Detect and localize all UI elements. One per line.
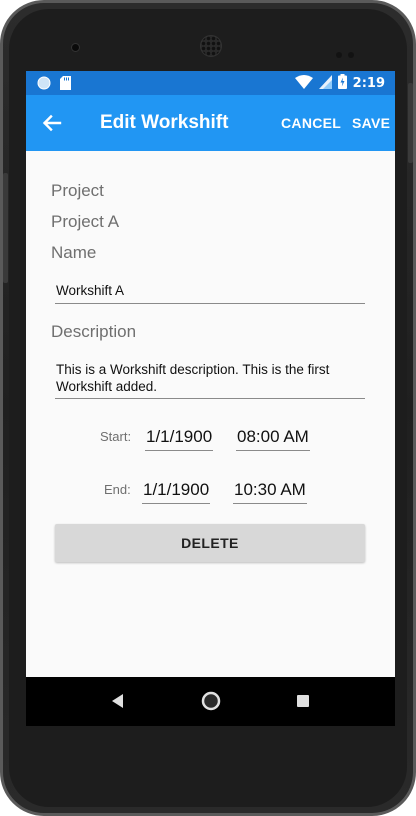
volume-button — [3, 173, 8, 283]
end-date-picker[interactable]: 1/1/1900 — [142, 478, 211, 504]
description-editor[interactable]: This is a Workshift description. This is… — [55, 361, 365, 399]
sensors — [336, 43, 360, 62]
app-bar: Edit Workshift CANCEL SAVE — [26, 95, 395, 151]
status-time: 2:19 — [352, 75, 385, 91]
save-button[interactable]: SAVE — [352, 112, 390, 134]
start-label: Start: — [100, 429, 132, 444]
battery-charging-icon — [337, 74, 347, 93]
end-time-picker[interactable]: 10:30 AM — [233, 478, 307, 504]
status-system: 2:19 — [294, 74, 385, 93]
recents-square-icon[interactable] — [295, 689, 311, 717]
earpiece-speaker — [200, 35, 222, 57]
status-bar: 2:19 — [26, 71, 395, 95]
cancel-button[interactable]: CANCEL — [281, 112, 341, 134]
back-arrow-icon[interactable] — [38, 109, 66, 137]
project-value: Project A — [51, 212, 120, 231]
wifi-icon — [294, 74, 313, 93]
power-button — [408, 83, 413, 163]
navigation-bar — [26, 677, 395, 726]
signal-icon — [318, 74, 332, 93]
delete-button[interactable]: DELETE — [55, 524, 365, 562]
name-label: Name — [51, 243, 97, 262]
page-title: Edit Workshift — [100, 112, 229, 133]
sd-card-icon — [60, 75, 71, 94]
home-circle-icon[interactable] — [199, 689, 223, 717]
description-label: Description — [51, 322, 137, 341]
circle-notification-icon — [37, 75, 51, 94]
status-notifications — [37, 75, 71, 94]
front-camera — [71, 43, 80, 52]
screen: 2:19 Edit Workshift CANCEL SAVE Project … — [26, 71, 395, 726]
name-field[interactable]: Workshift A — [55, 282, 365, 304]
back-triangle-icon[interactable] — [109, 689, 125, 717]
end-label: End: — [104, 482, 131, 497]
start-time-picker[interactable]: 08:00 AM — [236, 425, 310, 451]
project-label: Project — [51, 181, 104, 200]
start-date-picker[interactable]: 1/1/1900 — [145, 425, 214, 451]
phone-frame: 2:19 Edit Workshift CANCEL SAVE Project … — [0, 0, 416, 816]
